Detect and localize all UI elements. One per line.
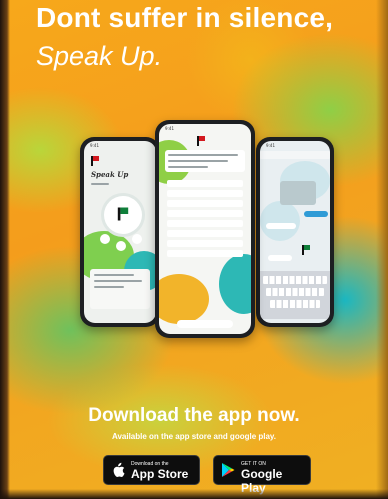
text-line: [94, 274, 134, 276]
decor-blob: [260, 201, 300, 241]
chat-bubble: [304, 211, 328, 217]
flag-icon: [117, 207, 129, 221]
submit-button[interactable]: [177, 320, 233, 328]
text-line: [94, 280, 142, 282]
apple-icon: [113, 462, 125, 477]
page-edge: [0, 489, 388, 499]
phone-center-screen: 9:41: [159, 124, 251, 334]
phone-left: 9:41 Speak Up: [80, 137, 160, 327]
text-line: [91, 183, 109, 185]
status-bar: 9:41: [266, 143, 275, 148]
action-circle[interactable]: [100, 234, 110, 244]
phone-center: 9:41: [155, 120, 255, 338]
logo-flag-icon: [91, 156, 99, 166]
google-play-icon: [222, 463, 235, 477]
chat-bubble: [268, 255, 292, 261]
google-play-button[interactable]: GET IT ON Google Play: [213, 455, 311, 495]
text-line: [168, 166, 208, 168]
option-item[interactable]: [167, 250, 243, 257]
option-item[interactable]: [167, 230, 243, 237]
status-bar: 9:41: [165, 126, 174, 131]
text-line: [94, 286, 124, 288]
app-store-label: App Store: [131, 467, 189, 481]
chat-header: [260, 151, 330, 159]
app-store-button[interactable]: Download on the App Store: [103, 455, 200, 485]
subheadline: Speak Up.: [36, 41, 163, 71]
phone-right: 9:41: [256, 137, 334, 327]
flag-icon: [302, 245, 310, 255]
page-edge: [376, 0, 388, 499]
option-item[interactable]: [167, 240, 243, 247]
decor-blob: [219, 254, 251, 314]
action-circle[interactable]: [132, 234, 142, 244]
action-circle[interactable]: [116, 241, 126, 251]
option-item[interactable]: [167, 200, 243, 207]
option-item[interactable]: [167, 180, 243, 187]
option-item[interactable]: [167, 190, 243, 197]
poster: Dont suffer in silence, Speak Up. 9:41 S…: [0, 0, 388, 499]
chat-bubble: [266, 223, 296, 229]
text-line: [168, 160, 228, 162]
page-edge: [0, 0, 10, 499]
headline: Dont suffer in silence,: [36, 2, 334, 33]
text-line: [168, 154, 238, 156]
image-message: [280, 181, 316, 205]
phone-left-screen: 9:41 Speak Up: [84, 141, 156, 323]
decor-blob: [159, 274, 209, 324]
status-bar: 9:41: [90, 143, 99, 148]
option-item[interactable]: [167, 210, 243, 217]
cta-subtitle: Available on the app store and google pl…: [111, 432, 277, 441]
app-name: Speak Up: [91, 170, 129, 179]
option-item[interactable]: [167, 220, 243, 227]
keyboard-row: [270, 300, 320, 308]
cta-title: Download the app now.: [88, 405, 300, 426]
phone-right-screen: 9:41: [260, 141, 330, 323]
keyboard-row: [266, 288, 324, 296]
logo-flag-icon: [197, 136, 205, 146]
keyboard-row: [263, 276, 327, 284]
